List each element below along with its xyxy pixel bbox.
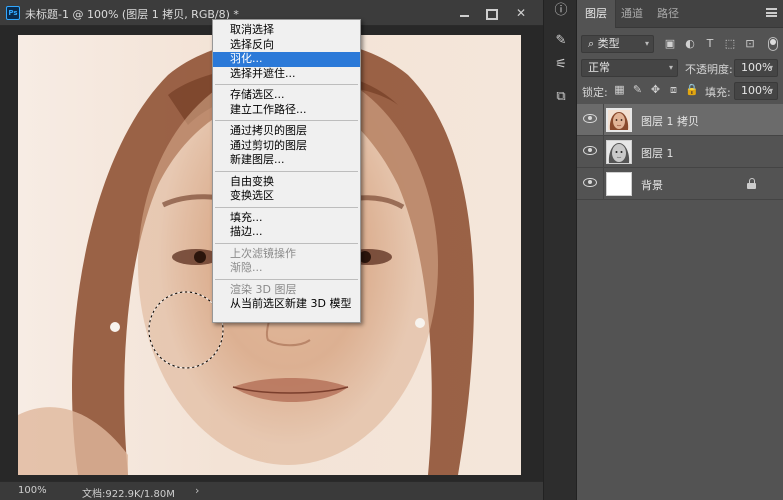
menu-item[interactable]: 从当前选区新建 3D 模型: [213, 297, 360, 312]
layer-row[interactable]: 背景: [577, 168, 783, 200]
maximize-icon[interactable]: [480, 4, 502, 22]
selection-context-menu: 取消选择 选择反向 羽化... 选择并遮住... 存储选区... 建立工作路径... 通过拷…: [212, 19, 361, 323]
menu-item[interactable]: 自由变换: [213, 175, 360, 190]
panel-icon-strip: ⓘ ✎ ⚟ ⧉: [543, 0, 577, 500]
filter-kind-label: 类型: [597, 37, 620, 50]
layer-name[interactable]: 图层 1: [641, 145, 674, 161]
shape-layer-filter-icon[interactable]: ⬚: [723, 36, 737, 52]
fill-label: 填充:: [705, 86, 731, 99]
document-title[interactable]: 未标题-1 @ 100% (图层 1 拷贝, RGB/8) *: [25, 6, 239, 22]
zoom-level[interactable]: 100%: [18, 485, 47, 496]
menu-separator: [215, 84, 358, 85]
panel-menu-icon[interactable]: [766, 8, 777, 17]
panel-tabbar: 图层 通道 路径: [577, 0, 783, 28]
layer-name[interactable]: 图层 1 拷贝: [641, 113, 699, 129]
layer-thumbnail[interactable]: [606, 140, 632, 164]
menu-item[interactable]: 变换选区: [213, 189, 360, 204]
blend-mode-dropdown[interactable]: 正常 ▾: [581, 59, 678, 77]
layer-row[interactable]: 图层 1 拷贝: [577, 104, 783, 136]
menu-item[interactable]: 新建图层...: [213, 153, 360, 168]
fill-field[interactable]: 100% ▾: [734, 82, 778, 100]
menu-separator: [215, 120, 358, 121]
menu-item[interactable]: 选择反向: [213, 38, 360, 53]
fill-value: 100%: [741, 84, 773, 97]
lock-all-icon[interactable]: 🔒: [685, 83, 699, 97]
opacity-value: 100%: [741, 61, 773, 74]
filter-toggle-switch[interactable]: [768, 37, 778, 51]
status-bar: 100% 文档:922.9K/1.80M ›: [0, 481, 543, 500]
lock-icon[interactable]: [747, 178, 756, 189]
eye-visibility-icon[interactable]: [583, 178, 597, 187]
brush-settings-icon[interactable]: ⚟: [552, 56, 570, 74]
chevron-down-icon: ▾: [644, 39, 649, 48]
lock-image-pixels-icon[interactable]: ✎: [631, 83, 644, 97]
status-expand-icon[interactable]: ›: [195, 484, 199, 497]
brush-icon[interactable]: ✎: [552, 32, 570, 50]
lock-transparent-pixels-icon[interactable]: ▦: [613, 83, 626, 97]
layer-thumbnail[interactable]: [606, 108, 632, 132]
menu-item[interactable]: 通过剪切的图层: [213, 139, 360, 154]
menu-item[interactable]: 选择并遮住...: [213, 67, 360, 82]
menu-item[interactable]: 羽化...: [213, 52, 360, 67]
type-layer-filter-icon[interactable]: T: [703, 36, 717, 52]
menu-item[interactable]: 通过拷贝的图层: [213, 124, 360, 139]
menu-item[interactable]: 填充...: [213, 211, 360, 226]
3d-icon[interactable]: ⧉: [552, 88, 570, 106]
opacity-field[interactable]: 100% ▾: [734, 59, 778, 77]
menu-item: 上次滤镜操作: [230, 246, 296, 260]
adjustment-layer-filter-icon[interactable]: ◐: [683, 36, 697, 52]
menu-item[interactable]: 取消选择: [213, 23, 360, 38]
menu-separator: [215, 206, 358, 208]
tab-channels[interactable]: 通道: [613, 0, 651, 28]
layers-list: 图层 1 拷贝 图层 1 背景: [577, 104, 783, 200]
lock-label: 锁定:: [582, 86, 608, 99]
menu-item[interactable]: 存储选区...: [213, 88, 360, 103]
lock-artboard-icon[interactable]: ⧈: [667, 83, 680, 97]
photoshop-app-icon: Ps: [6, 6, 20, 20]
tab-layers[interactable]: 图层: [577, 0, 616, 28]
menu-item[interactable]: 建立工作路径...: [213, 103, 360, 118]
menu-item: 渲染 3D 图层: [230, 282, 297, 296]
close-icon[interactable]: ✕: [510, 4, 532, 22]
chevron-down-icon: ▾: [768, 86, 773, 95]
layer-thumbnail[interactable]: [606, 172, 632, 196]
layer-row[interactable]: 图层 1: [577, 136, 783, 168]
chevron-down-icon: ▾: [668, 63, 673, 72]
search-icon: ⌕: [588, 37, 598, 50]
menu-separator: [215, 278, 358, 280]
menu-item: 渐隐...: [230, 261, 263, 274]
pixel-layer-filter-icon[interactable]: ▣: [663, 36, 677, 52]
menu-separator: [215, 170, 358, 172]
menu-separator: [215, 242, 358, 244]
layer-filter-dropdown[interactable]: ⌕ 类型 ▾: [581, 35, 654, 53]
blend-mode-value: 正常: [588, 61, 610, 74]
minimize-icon[interactable]: [454, 4, 476, 22]
layer-name[interactable]: 背景: [641, 177, 663, 193]
eye-visibility-icon[interactable]: [583, 146, 597, 155]
document-size: 文档:922.9K/1.80M: [82, 489, 175, 500]
smart-object-filter-icon[interactable]: ⊡: [743, 36, 757, 52]
menu-item[interactable]: 描边...: [213, 225, 360, 240]
info-icon[interactable]: ⓘ: [552, 2, 570, 20]
eye-visibility-icon[interactable]: [583, 114, 597, 123]
opacity-label: 不透明度:: [685, 63, 733, 76]
layers-panel: 图层 通道 路径 ⌕ 类型 ▾ ▣ ◐ T ⬚ ⊡ 正常 ▾ 不透明度: 100…: [577, 0, 783, 500]
tab-paths[interactable]: 路径: [649, 0, 687, 28]
lock-position-icon[interactable]: ✥: [649, 83, 662, 97]
chevron-down-icon: ▾: [768, 63, 773, 72]
